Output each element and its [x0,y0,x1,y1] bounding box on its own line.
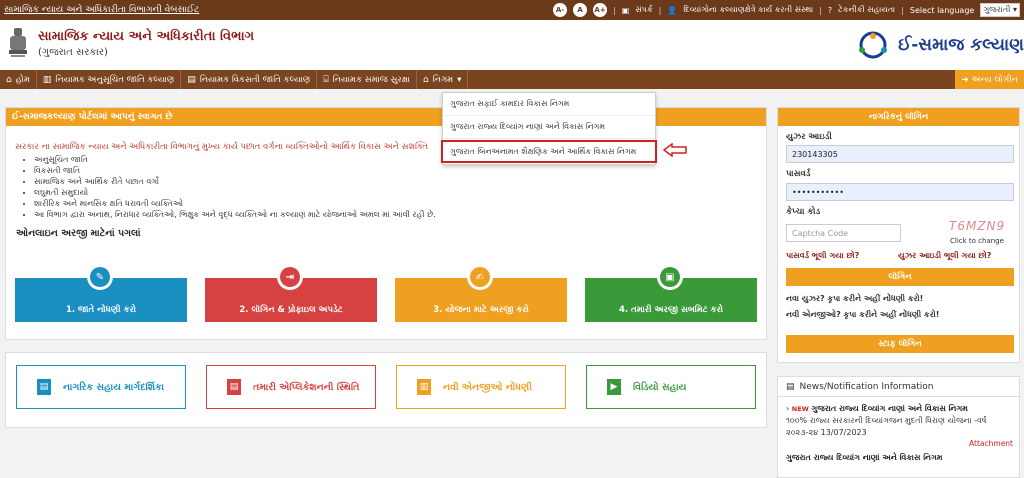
forgot-password-link[interactable]: પાસવર્ડ ભૂલી ગયા છો? [786,251,859,261]
nav-nigam[interactable]: ⌂ નિગમ ▾ [417,70,469,89]
login-icon: ➜ [961,74,969,85]
new-ngo-register-link[interactable]: નવી એનજીઓ? કૃપા કરીને અહીં નોંધણી કરો! [786,310,939,320]
language-select[interactable]: ગુજરાતી ▾ [980,3,1020,17]
ngo-icon: ▥ [417,379,431,395]
news-heading: ▤ News/Notification Information [778,377,1019,397]
divider: | [613,5,616,15]
user-id-input[interactable]: 230143305 [786,145,1014,163]
home-icon: ⌂ [422,74,429,85]
sign-in-icon: ⇥ [280,267,300,287]
font-increase-button[interactable]: A+ [593,3,608,17]
department-title: સામાજિક ન્યાય અને અધિકારીતા વિભાગ [38,29,255,44]
contact-link[interactable]: સંપર્ક [635,5,652,15]
arrow-right-icon: › [786,404,790,413]
home-icon: ⌂ [6,74,12,85]
font-decrease-button[interactable]: A- [553,3,568,17]
chevron-down-icon: ▾ [457,74,462,85]
menu-item-safai-kamdar-nigam[interactable]: ગુજરાત સફાઈ કામદાર વિકાસ નિગમ [443,93,655,116]
steps-title: ઓનલાઇન અરજી માટેનાં પગલાં [16,228,141,239]
top-bar-utilities: A- A A+ | ▣ સંપર્ક | 👤 દિવ્યાંગોના કલ્યા… [553,3,1020,17]
department-subtitle: (ગુજરાત સરકાર) [38,47,108,58]
nav-developing-castes[interactable]: ▤ નિયામક વિકસતી જાતિ કલ્યાણ [181,70,318,89]
login-button[interactable]: લૉગિન [786,268,1014,286]
nigam-dropdown-menu: ગુજરાત સફાઈ કામદાર વિકાસ નિગમ ગુજરાત રાજ… [441,92,657,165]
new-user-register-link[interactable]: નવા યુઝર? કૃપા કરીને અહીં નોંધણી કરો! [786,294,923,304]
divyang-organization-link[interactable]: દિવ્યાંગોના કલ્યાણક્ષેત્રે કાર્ય કરતી સં… [683,5,813,15]
contact-icon: ▣ [621,5,630,15]
state-emblem-icon [9,28,27,57]
list-item: શારીરિક અને માનસિક ક્ષતિ ધરાવતી વ્યક્તિઓ [34,198,766,209]
captcha-refresh-link[interactable]: Click to change [950,237,1004,245]
captcha-image: T6MZN9 [949,219,1006,233]
nav-sc-welfare[interactable]: ▥ નિયામક અનુસૂચિત જાતિ કલ્યાણ [37,70,182,89]
brand-name: ઈ-સમાજ કલ્યાણ [898,35,1024,55]
captcha-input[interactable]: Captcha Code [786,224,901,242]
step-submit-application[interactable]: ▣ 4. તમારી અરજી સબમિટ કરો [585,264,757,322]
step-login-profile[interactable]: ⇥ 2. લૉગિન & પ્રોફાઇલ અપડેટ [205,264,377,322]
quick-links-panel: ▤ નાગરિક સહાય માર્ગદર્શિકા ▤ તમારી એપ્લિ… [5,352,767,428]
list-item: વિકસતી જાતિ [34,165,766,176]
list-item: સામાજિક અને આર્થિક રીતે પછાત વર્ગો [34,176,766,187]
staff-login-button[interactable]: સ્ટાફ લૉગિન [786,335,1014,353]
site-header: સામાજિક ન્યાય અને અધિકારીતા વિભાગ (ગુજરા… [0,20,1024,70]
news-title: ગુજરાત રાજ્ય દિવ્યાંગ નાણાં અને વિકાસ નિ… [786,453,943,462]
tech-help-link[interactable]: ટેકનીકી સહાયતા [838,5,895,15]
news-panel: ▤ News/Notification Information › NEW ગુ… [777,376,1020,478]
pdf-icon: ▤ [37,379,51,395]
new-ngo-registration-link[interactable]: ▥ નવી એનજીઓ નોંધણી [396,365,566,409]
other-login-button[interactable]: ➜ અન્ય લોગીન [955,70,1024,89]
news-icon: ▤ [786,381,795,392]
menu-item-divyang-nigam[interactable]: ગુજરાત રાજ્ય દિવ્યાંગ નાણાં અને વિકાસ નિ… [443,116,655,139]
institution-icon: ⌸ [323,74,329,85]
pencil-icon: ✎ [90,267,110,287]
news-title: ગુજરાત રાજ્ય દિવ્યાંગ નાણાં અને વિકાસ નિ… [811,404,968,413]
main-navbar: ⌂ હોમ ▥ નિયામક અનુસૂચિત જાતિ કલ્યાણ ▤ નિ… [0,70,1024,89]
new-badge: NEW [791,405,809,413]
edit-icon: ✍ [470,267,490,287]
step-apply-scheme[interactable]: ✍ 3. યોજના માટે અરજી કરો [395,264,567,322]
document-icon: ▤ [227,379,241,395]
password-label: પાસવર્ડ [786,169,811,179]
annotation-arrow-icon [662,143,687,157]
nav-home[interactable]: ⌂ હોમ [0,70,37,89]
divider: | [819,5,822,15]
top-bar: સામાજિક ન્યાય અને અધિકારીતા વિભાગની વેબસ… [0,0,1024,20]
menu-item-binanamat-nigam[interactable]: ગુજરાત બિનઅનામત શૈક્ષણિક અને આર્થિક વિકા… [441,140,657,163]
nav-social-security[interactable]: ⌸ નિયામક સમાજ સુરક્ષા [317,70,417,89]
divider: | [901,5,904,15]
captcha-label: કેપ્ચા કોડ [786,207,821,217]
esamaj-logo-icon [859,31,888,59]
video-icon: ▶ [607,379,621,395]
building-icon: ▥ [42,74,52,85]
step-register[interactable]: ✎ 1. જાતે નોંધણી કરો [15,264,187,322]
brand: ઈ-સમાજ કલ્યાણ [854,30,1024,60]
help-icon: ? [827,5,833,15]
forgot-userid-link[interactable]: યુઝર આઇડી ભૂલી ગયા છો? [898,251,991,261]
font-normal-button[interactable]: A [573,3,588,17]
news-description: ૧૦૦% રાજ્ય સરકારની દિવ્યાંગજન મુદતી ધિરા… [786,416,987,437]
news-item[interactable]: ગુજરાત રાજ્ય દિવ્યાંગ નાણાં અને વિકાસ નિ… [778,448,1019,464]
citizen-help-guide-link[interactable]: ▤ નાગરિક સહાય માર્ગદર્શિકા [16,365,186,409]
list-item: લઘુમતી સમુદાયો [34,187,766,198]
citizen-login-panel: નાગરિકનું લૉગિન યુઝર આઇડી 230143305 પાસવ… [777,107,1020,363]
application-status-link[interactable]: ▤ તમારી એપ્લિકેશનની સ્થિતિ [206,365,376,409]
document-icon: ▤ [187,74,196,85]
password-input[interactable]: ••••••••••• [786,183,1014,201]
login-heading: નાગરિકનું લૉગિન [778,108,1019,126]
news-item[interactable]: › NEW ગુજરાત રાજ્ય દિવ્યાંગ નાણાં અને વિ… [778,397,1019,439]
select-language-label: Select language [909,5,975,15]
attachment-link[interactable]: Attachment [778,439,1019,448]
user-id-label: યુઝર આઇડી [786,132,832,142]
list-item: આ વિભાગ દ્વારા અનાથ, નિરાધાર વ્યક્તિઓ, ભ… [34,209,766,220]
save-icon: ▣ [660,267,680,287]
video-help-link[interactable]: ▶ વિડિયો સહાય [586,365,756,409]
divider: | [658,5,662,15]
user-icon: 👤 [667,5,678,15]
department-website-link[interactable]: સામાજિક ન્યાય અને અધિકારીતા વિભાગની વેબસ… [4,5,199,15]
